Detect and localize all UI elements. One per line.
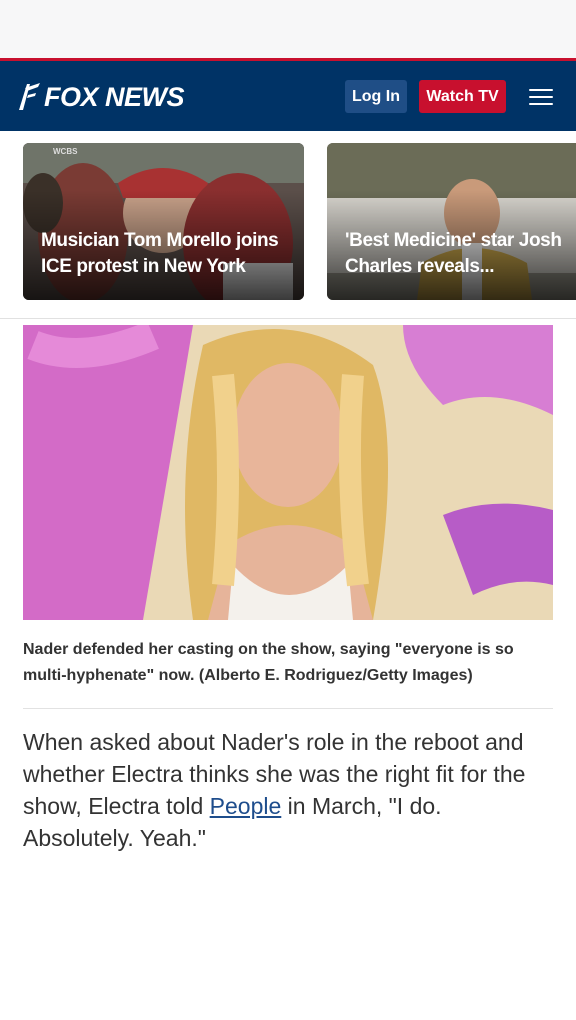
card-source-tag: WCBS (53, 147, 78, 156)
log-in-button[interactable]: Log In (345, 80, 407, 113)
photo-caption: Nader defended her casting on the show, … (23, 641, 514, 684)
portrait-photo-illustration (23, 325, 553, 620)
hamburger-menu-icon[interactable] (529, 89, 553, 105)
logo-text: FOX NEWS (44, 81, 185, 112)
fox-news-logo[interactable]: FOX NEWS (16, 79, 185, 115)
card-headline[interactable]: Musician Tom Morello joins ICE protest i… (41, 228, 294, 280)
watch-tv-button[interactable]: Watch TV (419, 80, 506, 113)
story-card[interactable]: WCBS Musician Tom Morello joins ICE prot… (23, 143, 304, 300)
caption-divider (23, 708, 553, 709)
story-card[interactable]: 'Best Medicine' star Josh Charles reveal… (327, 143, 576, 300)
article-photo (23, 325, 553, 620)
card-headline[interactable]: 'Best Medicine' star Josh Charles reveal… (345, 228, 576, 280)
fox-logo-mark-icon (19, 83, 40, 110)
site-header: FOX NEWS Log In Watch TV (0, 58, 576, 131)
top-blank-area (0, 0, 576, 58)
people-link[interactable]: People (210, 793, 282, 819)
article-paragraph: When asked about Nader's role in the reb… (23, 726, 553, 854)
trending-carousel: WCBS Musician Tom Morello joins ICE prot… (0, 131, 576, 319)
section-divider (0, 318, 576, 319)
